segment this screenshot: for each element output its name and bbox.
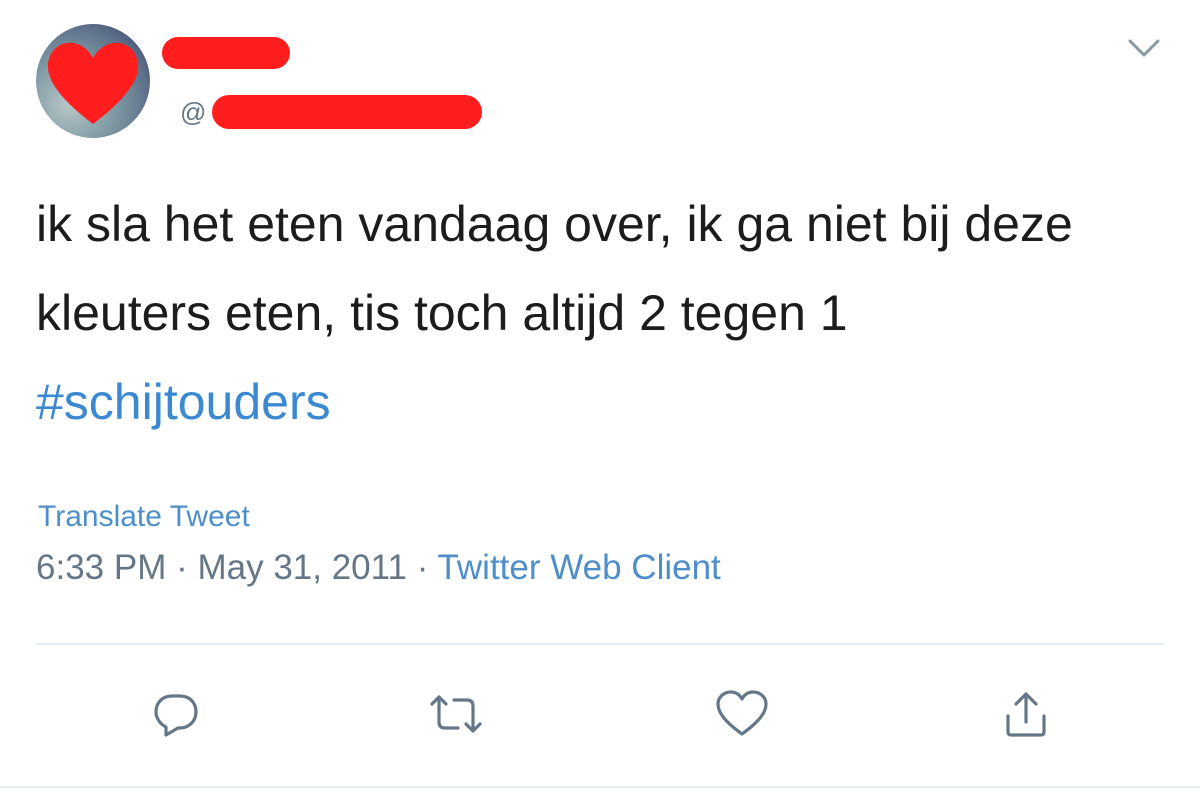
handle-redacted[interactable]: [212, 95, 483, 129]
tweet-card: @ ik sla het eten vandaag over, ik ga ni…: [0, 0, 1200, 810]
like-button[interactable]: [714, 688, 770, 744]
like-icon: [714, 688, 770, 745]
handle-at-sign: @: [180, 96, 207, 127]
tweet-metadata: 6:33 PM · May 31, 2011 · Twitter Web Cli…: [36, 548, 721, 588]
display-name-redacted[interactable]: [162, 37, 290, 69]
reply-button[interactable]: [148, 688, 204, 744]
avatar[interactable]: [36, 24, 150, 138]
bottom-divider: [0, 786, 1200, 788]
meta-separator: ·: [166, 548, 198, 587]
tweet-text: ik sla het eten vandaag over, ik ga niet…: [36, 180, 1156, 447]
meta-separator: ·: [406, 548, 438, 587]
handle-row: @: [180, 92, 483, 132]
retweet-button[interactable]: [428, 688, 484, 744]
divider: [36, 643, 1164, 645]
reply-icon: [150, 688, 202, 745]
tweet-body: ik sla het eten vandaag over, ik ga niet…: [36, 196, 1073, 341]
share-button[interactable]: [998, 688, 1054, 744]
chevron-down-icon[interactable]: [1124, 32, 1164, 62]
action-bar: [0, 688, 1200, 744]
share-icon: [1000, 688, 1052, 745]
hashtag-link[interactable]: #schijtouders: [36, 374, 331, 430]
retweet-icon: [426, 688, 486, 745]
translate-tweet-link[interactable]: Translate Tweet: [38, 500, 250, 534]
tweet-date[interactable]: May 31, 2011: [197, 548, 407, 587]
tweet-time[interactable]: 6:33 PM: [36, 548, 166, 587]
tweet-source-link[interactable]: Twitter Web Client: [437, 548, 720, 587]
